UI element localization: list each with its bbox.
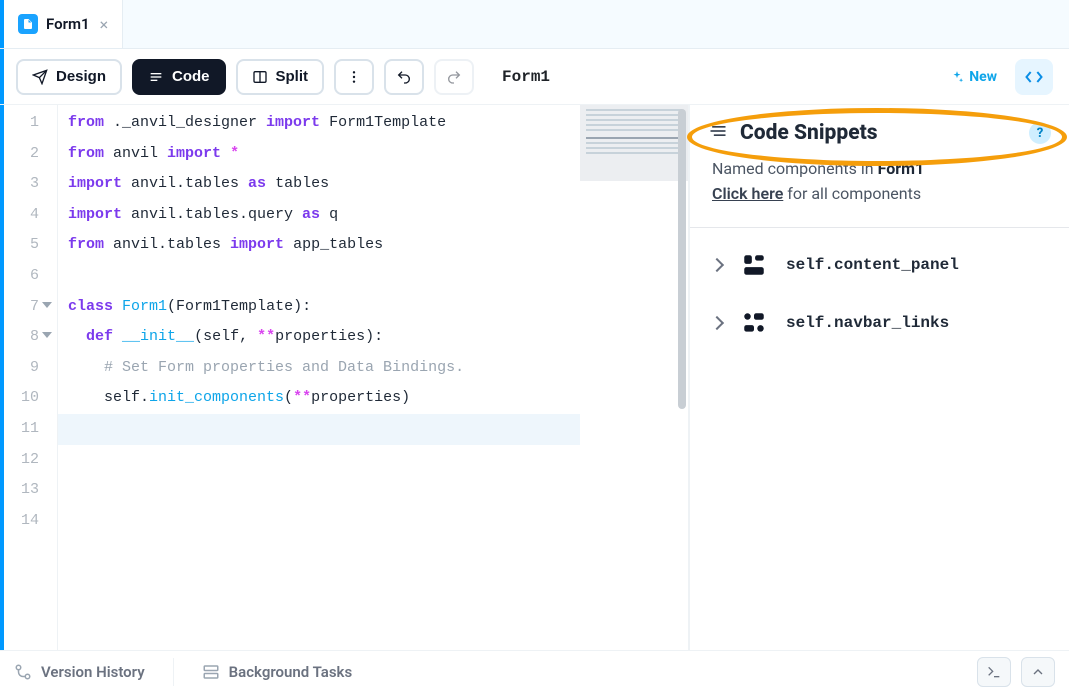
list-icon	[708, 121, 728, 145]
fold-icon[interactable]	[42, 332, 52, 338]
line-number: 1	[0, 108, 39, 139]
fold-icon[interactable]	[42, 302, 52, 308]
line-number: 2	[0, 139, 39, 170]
redo-button[interactable]	[434, 59, 474, 95]
code-editor[interactable]: 1234567891011121314 from ._anvil_designe…	[0, 105, 689, 650]
code-line[interactable]: class Form1(Form1Template):	[68, 292, 570, 323]
file-icon	[18, 14, 38, 34]
background-tasks-button[interactable]: Background Tasks	[202, 663, 353, 681]
code-line[interactable]	[68, 506, 570, 537]
background-tasks-label: Background Tasks	[229, 663, 353, 681]
form-name: Form1	[502, 68, 550, 86]
code-panel-toggle[interactable]	[1015, 59, 1053, 95]
dots-icon	[740, 310, 768, 336]
code-line[interactable]: import anvil.tables as tables	[68, 169, 570, 200]
component-row[interactable]: self.navbar_links	[690, 294, 1069, 352]
bottom-bar: Version History Background Tasks	[0, 650, 1069, 692]
line-number: 6	[0, 261, 39, 292]
tab-bar: Form1 ×	[0, 0, 1069, 49]
code-line[interactable]: import anvil.tables.query as q	[68, 200, 570, 231]
version-history-button[interactable]: Version History	[14, 663, 145, 681]
line-number: 10	[0, 383, 39, 414]
console-button[interactable]	[977, 657, 1011, 687]
divider	[173, 658, 174, 686]
link-suffix: for all components	[783, 184, 921, 203]
code-line[interactable]	[68, 445, 570, 476]
line-number: 5	[0, 230, 39, 261]
design-button[interactable]: Design	[16, 59, 122, 95]
undo-button[interactable]	[384, 59, 424, 95]
file-tab[interactable]: Form1 ×	[4, 0, 123, 48]
component-list: self.content_panel self.navbar_links	[690, 236, 1069, 352]
version-history-label: Version History	[41, 663, 145, 681]
new-label: New	[969, 69, 997, 85]
component-row[interactable]: self.content_panel	[690, 236, 1069, 294]
line-number: 12	[0, 445, 39, 476]
code-line[interactable]: from ._anvil_designer import Form1Templa…	[68, 108, 570, 139]
code-line[interactable]: # Set Form properties and Data Bindings.	[68, 353, 570, 384]
line-number: 9	[0, 353, 39, 384]
panel-title: Code Snippets	[740, 121, 878, 145]
split-label: Split	[276, 68, 309, 85]
collapse-button[interactable]	[1021, 657, 1055, 687]
line-number: 3	[0, 169, 39, 200]
divider	[690, 227, 1069, 228]
code-line[interactable]: def __init__(self, **properties):	[68, 322, 570, 353]
chevron-right-icon	[710, 258, 724, 272]
toolbar-right: New	[942, 59, 1053, 95]
code-line[interactable]: from anvil.tables import app_tables	[68, 230, 570, 261]
split-button[interactable]: Split	[236, 59, 325, 95]
new-button[interactable]: New	[942, 63, 1005, 91]
minimap[interactable]	[580, 105, 688, 650]
main-area: 1234567891011121314 from ._anvil_designe…	[0, 105, 1069, 650]
tab-title: Form1	[46, 15, 90, 33]
code-content[interactable]: from ._anvil_designer import Form1Templa…	[58, 105, 580, 650]
panel-subheader: Named components in Form1 Click here for…	[690, 159, 1069, 227]
sub-form-name: Form1	[878, 159, 925, 178]
code-line[interactable]: from anvil import *	[68, 139, 570, 170]
line-number: 13	[0, 475, 39, 506]
grid-icon	[740, 252, 768, 278]
line-number: 14	[0, 506, 39, 537]
design-label: Design	[56, 68, 106, 85]
sub-prefix: Named components in	[712, 159, 878, 178]
view-toolbar: Design Code Split Form1 New	[0, 49, 1069, 105]
help-icon[interactable]: ?	[1029, 122, 1051, 144]
code-line[interactable]	[68, 475, 570, 506]
component-name: self.content_panel	[786, 256, 959, 274]
close-icon[interactable]: ×	[100, 15, 109, 34]
all-components-link[interactable]: Click here	[712, 184, 783, 203]
component-name: self.navbar_links	[786, 314, 949, 332]
code-line[interactable]: self.init_components(**properties)	[68, 383, 570, 414]
code-snippets-panel: Code Snippets ? Named components in Form…	[689, 105, 1069, 650]
line-gutter: 1234567891011121314	[0, 105, 58, 650]
line-number: 7	[0, 292, 39, 323]
line-number: 4	[0, 200, 39, 231]
line-number: 11	[0, 414, 39, 445]
code-label: Code	[172, 68, 210, 85]
editor-scrollbar[interactable]	[678, 109, 686, 409]
chevron-right-icon	[710, 316, 724, 330]
line-number: 8	[0, 322, 39, 353]
panel-header: Code Snippets ?	[690, 121, 1069, 159]
code-button[interactable]: Code	[132, 59, 226, 95]
minimap-content	[586, 109, 682, 179]
more-button[interactable]	[334, 59, 374, 95]
code-line[interactable]	[68, 261, 570, 292]
